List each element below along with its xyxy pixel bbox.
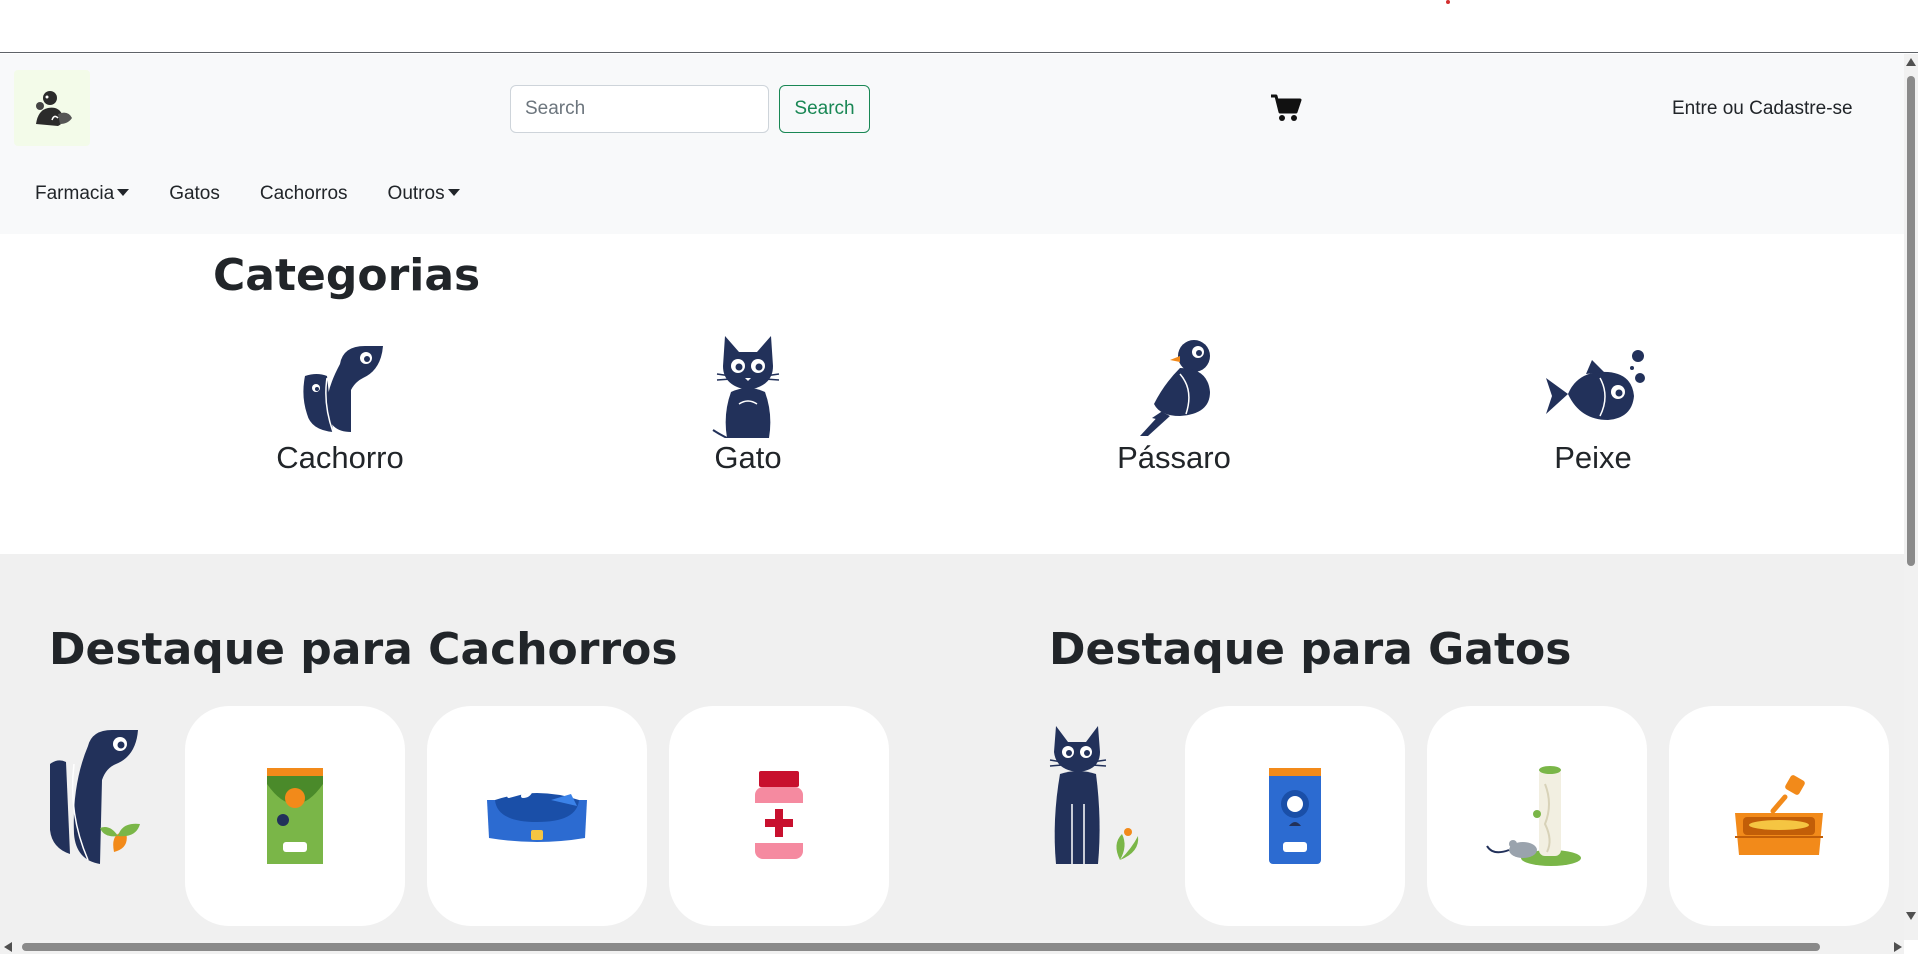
scroll-up-icon[interactable] [1906,58,1916,66]
shopping-cart-icon[interactable] [1270,92,1302,124]
scroll-down-icon[interactable] [1906,912,1916,920]
dog-food-bag-icon [267,768,323,864]
login-link[interactable]: Entre ou Cadastre-se [1672,98,1853,120]
horizontal-scrollbar-thumb[interactable] [22,943,1820,951]
pet-shop-logo-icon[interactable] [14,70,90,146]
scroll-left-icon[interactable] [4,942,12,952]
product-card-scratching-post[interactable] [1427,706,1647,926]
category-card-cat[interactable]: Gato [658,334,838,484]
site-header: Search Entre ou Cadastre-se Farmacia Gat… [0,54,1904,234]
vertical-scrollbar[interactable] [1904,54,1918,940]
fish-icon [1546,350,1645,420]
nav-item-label: Outros [387,183,445,204]
window-bottom-edge [0,954,1918,964]
product-card-cat-food[interactable] [1185,706,1405,926]
chevron-down-icon [117,188,130,196]
browser-top-strip [0,0,1918,53]
status-dot [1446,0,1450,4]
page: Search Entre ou Cadastre-se Farmacia Gat… [0,54,1904,940]
cat-icon [712,336,780,438]
scroll-right-icon[interactable] [1894,942,1902,952]
horizontal-scrollbar[interactable] [0,940,1904,954]
featured-cats-title: Destaque para Gatos [1049,624,1572,675]
vertical-scrollbar-thumb[interactable] [1907,76,1915,566]
litter-box-icon [1735,775,1823,855]
category-card-dog[interactable]: Cachorro [250,334,430,484]
categories-title: Categorias [213,250,481,301]
nav-item-farmacia[interactable]: Farmacia [35,183,130,205]
category-label: Peixe [1554,440,1632,475]
featured-section: Destaque para Cachorros Destaque para Ga… [0,554,1904,940]
nav-item-gatos[interactable]: Gatos [169,183,220,205]
main-nav: Farmacia Gatos Cachorros Outros [0,172,460,216]
category-label: Cachorro [276,440,404,475]
cat-food-bag-icon [1269,768,1321,864]
search-input[interactable] [510,85,769,133]
dog-plant-icon [44,724,150,868]
cat-plant-icon [1046,724,1152,868]
nav-item-label: Farmacia [35,183,115,204]
bird-icon [1140,340,1210,436]
category-card-fish[interactable]: Peixe [1503,334,1683,484]
browser-viewport: Search Entre ou Cadastre-se Farmacia Gat… [0,0,1918,964]
nav-item-outros[interactable]: Outros [388,183,460,205]
product-card-medicine[interactable] [669,706,889,926]
scratching-post-icon [1486,766,1581,866]
dog-bed-icon [487,786,587,842]
featured-dogs-title: Destaque para Cachorros [49,624,678,675]
medicine-bottle-icon [755,771,803,859]
product-card-dog-food[interactable] [185,706,405,926]
category-label: Gato [714,440,782,475]
dog-icon [303,346,383,433]
search-button[interactable]: Search [779,85,870,133]
product-card-dog-bed[interactable] [427,706,647,926]
product-card-litter-box[interactable] [1669,706,1889,926]
category-label: Pássaro [1117,440,1231,475]
chevron-down-icon [447,188,460,196]
nav-item-label: Gatos [169,183,220,204]
nav-item-label: Cachorros [259,183,348,204]
category-card-bird[interactable]: Pássaro [1084,334,1264,484]
categories-section: Categorias Cachorro Gato Pássaro Peixe [0,234,1904,554]
nav-item-cachorros[interactable]: Cachorros [260,183,348,205]
